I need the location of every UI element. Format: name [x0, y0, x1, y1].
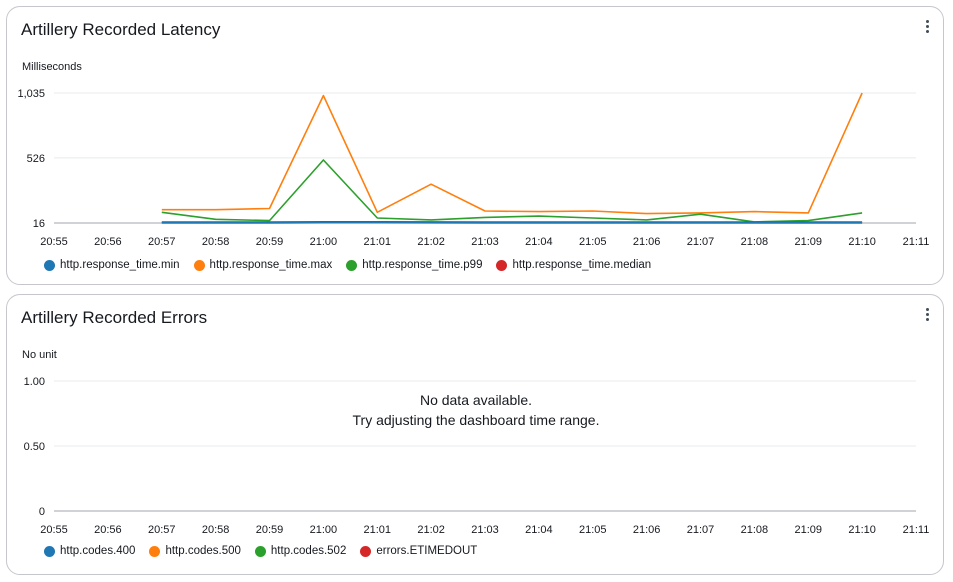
legend-label: http.response_time.max	[209, 259, 333, 271]
legend-label: http.codes.400	[60, 545, 136, 557]
legend-item[interactable]: http.response_time.min	[44, 259, 180, 271]
y-tick-label: 1,035	[17, 88, 45, 100]
errors-chart[interactable]: 0 0.50 1.00 20:55 20:56 20:57 20:58 20:59 21:00 2…	[7, 295, 945, 576]
legend-swatch-icon	[254, 545, 266, 557]
no-data-hint: Try adjusting the dashboard time range.	[352, 412, 600, 428]
x-tick-label: 21:04	[525, 524, 553, 536]
legend-item[interactable]: http.response_time.p99	[346, 259, 482, 271]
x-tick-label: 21:11	[903, 524, 930, 536]
x-tick-label: 21:04	[525, 236, 553, 248]
x-tick-label: 20:56	[94, 524, 122, 536]
latency-widget: Artillery Recorded Latency Milliseconds …	[6, 6, 944, 285]
x-tick-label: 21:00	[310, 524, 338, 536]
x-tick-label: 21:01	[363, 236, 391, 248]
chart-legend: http.response_time.min http.response_time…	[44, 259, 651, 271]
x-tick-label: 21:10	[848, 524, 876, 536]
legend-swatch-icon	[496, 259, 508, 271]
x-tick-label: 20:58	[202, 236, 230, 248]
x-tick-label: 21:09	[794, 524, 822, 536]
legend-item[interactable]: http.codes.500	[149, 545, 241, 557]
x-tick-label: 20:59	[256, 236, 284, 248]
x-tick-label: 21:05	[579, 236, 607, 248]
legend-label: http.codes.502	[270, 545, 347, 557]
x-tick-label: 21:06	[633, 236, 661, 248]
x-tick-label: 21:03	[471, 236, 499, 248]
x-tick-label: 21:01	[363, 524, 391, 536]
x-tick-label: 21:10	[848, 236, 876, 248]
errors-widget: Artillery Recorded Errors No unit 0 0.50 1…	[6, 294, 944, 575]
legend-item[interactable]: http.codes.400	[44, 545, 135, 557]
legend-swatch-icon	[44, 259, 55, 271]
x-tick-label: 21:03	[471, 524, 499, 536]
x-tick-label: 21:05	[579, 524, 607, 536]
y-tick-label: 1.00	[24, 376, 45, 388]
x-tick-label: 21:02	[417, 236, 445, 248]
legend-item[interactable]: errors.ETIMEDOUT	[360, 545, 477, 557]
x-tick-label: 21:07	[687, 236, 715, 248]
chart-legend: http.codes.400 http.codes.500 http.codes.5…	[44, 545, 477, 557]
legend-label: errors.ETIMEDOUT	[376, 545, 478, 557]
legend-label: http.response_time.min	[60, 259, 180, 271]
legend-swatch-icon	[149, 545, 161, 557]
x-tick-label: 21:08	[741, 524, 769, 536]
y-tick-label: 16	[33, 218, 45, 230]
legend-item[interactable]: http.response_time.median	[496, 259, 651, 271]
x-tick-label: 21:09	[794, 236, 822, 248]
x-tick-label: 21:02	[417, 524, 445, 536]
x-tick-label: 20:56	[94, 236, 122, 248]
y-tick-label: 0	[39, 506, 45, 518]
legend-item[interactable]: http.codes.502	[254, 545, 347, 557]
legend-swatch-icon	[193, 259, 205, 271]
latency-chart[interactable]: 16 526 1,035 20:55 20:56 20:57 20:58 20:59 21:00…	[7, 7, 945, 286]
series-line-http-response-time-p99[interactable]	[161, 159, 863, 223]
x-tick-label: 20:59	[256, 524, 284, 536]
legend-item[interactable]: http.response_time.max	[193, 259, 333, 271]
legend-swatch-icon	[44, 545, 55, 557]
x-tick-label: 21:08	[741, 236, 769, 248]
no-data-title: No data available.	[419, 392, 533, 408]
legend-label: http.codes.500	[165, 545, 241, 557]
legend-swatch-icon	[346, 259, 358, 271]
y-tick-label: 0.50	[24, 441, 45, 453]
legend-label: http.response_time.median	[512, 259, 652, 271]
legend-swatch-icon	[360, 545, 372, 557]
x-tick-label: 20:55	[40, 236, 68, 248]
x-tick-label: 20:55	[40, 524, 68, 536]
x-tick-label: 20:57	[148, 524, 176, 536]
x-tick-label: 20:58	[202, 524, 230, 536]
x-tick-label: 21:06	[633, 524, 661, 536]
x-tick-label: 21:00	[310, 236, 338, 248]
no-data-message: No data available. Try adjusting the das…	[7, 390, 945, 430]
series-line-http-response-time-max[interactable]	[161, 92, 863, 215]
x-tick-label: 20:57	[148, 236, 176, 248]
legend-label: http.response_time.p99	[362, 259, 483, 271]
x-tick-label: 21:07	[687, 524, 715, 536]
x-tick-label: 21:11	[903, 236, 930, 248]
y-tick-label: 526	[27, 153, 45, 165]
